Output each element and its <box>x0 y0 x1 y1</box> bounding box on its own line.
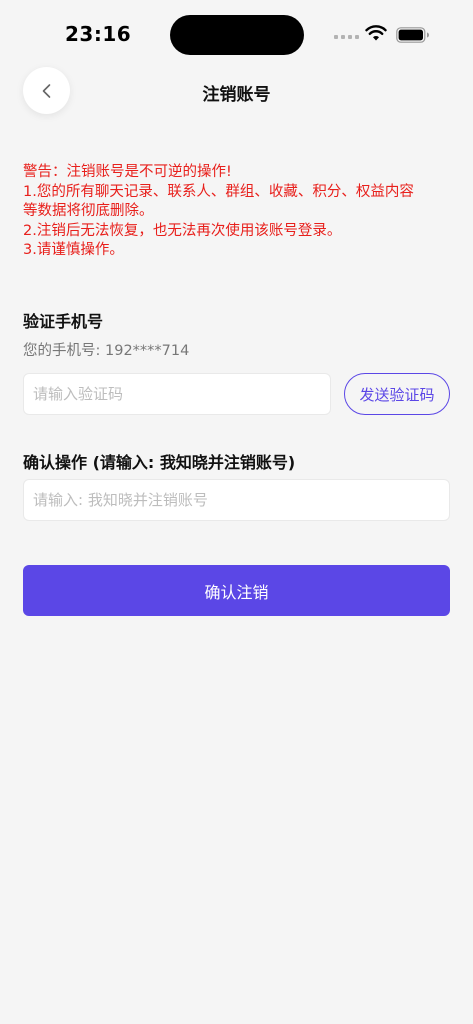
confirm-operation-title: 确认操作 (请输入: 我知晓并注销账号) <box>23 453 296 472</box>
warning-line: 2.注销后无法恢复，也无法再次使用该账号登录。 <box>23 222 342 239</box>
page-title: 注销账号 <box>202 85 271 105</box>
battery-icon <box>396 27 429 43</box>
verification-code-input[interactable] <box>23 373 331 415</box>
warning-text: 警告：注销账号是不可逆的操作! 1.您的所有聊天记录、联系人、群组、收藏、积分、… <box>23 163 453 261</box>
phone-number-label: 您的手机号: 192****714 <box>23 343 190 359</box>
send-code-button[interactable]: 发送验证码 <box>344 373 450 415</box>
confirm-phrase-input[interactable] <box>23 479 450 521</box>
wifi-icon <box>365 25 387 41</box>
warning-line: 警告：注销账号是不可逆的操作! <box>23 164 232 180</box>
warning-line: 3.请谨慎操作。 <box>23 242 124 258</box>
screen: 23:16 注销账号 警告：注销账号是不可逆的操作! 1.您的所有聊天记录、联系… <box>0 0 473 1024</box>
confirm-delete-button[interactable]: 确认注销 <box>23 565 450 616</box>
verify-phone-title: 验证手机号 <box>23 312 104 331</box>
cellular-signal-icon <box>334 35 359 39</box>
warning-line: 等数据将彻底删除。 <box>23 203 154 219</box>
status-time: 23:16 <box>65 22 132 46</box>
status-bar: 23:16 <box>0 0 473 70</box>
warning-line: 1.您的所有聊天记录、联系人、群组、收藏、积分、权益内容 <box>23 183 414 200</box>
dynamic-island <box>170 15 304 55</box>
